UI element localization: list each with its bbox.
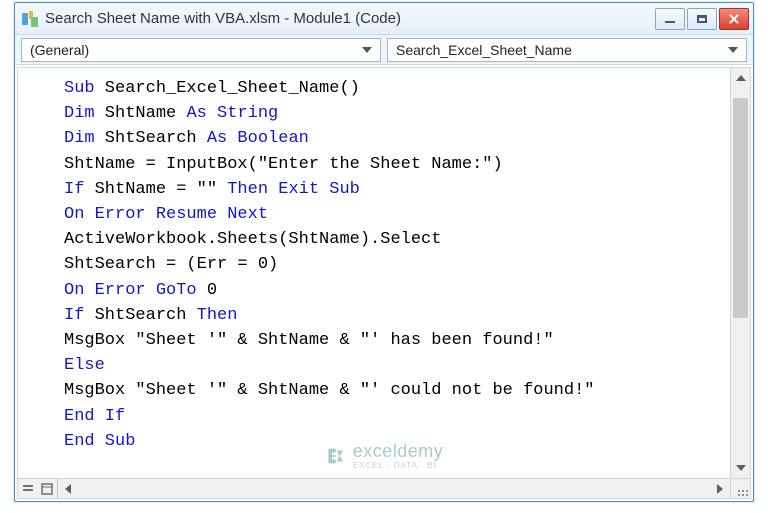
vba-module-icon	[21, 10, 39, 28]
close-button[interactable]	[719, 8, 749, 30]
vscroll-track[interactable]	[731, 88, 750, 458]
window-title: Search Sheet Name with VBA.xlsm - Module…	[45, 10, 655, 27]
chevron-down-icon	[724, 41, 742, 59]
hscroll-track[interactable]	[78, 479, 710, 498]
chevron-down-icon	[358, 41, 376, 59]
code-text: Sub Search_Excel_Sheet_Name() Dim ShtNam…	[64, 76, 726, 454]
code-editor[interactable]: Sub Search_Excel_Sheet_Name() Dim ShtNam…	[18, 68, 730, 478]
scroll-left-arrow-icon[interactable]	[58, 479, 78, 499]
resize-grip-icon[interactable]	[730, 478, 750, 498]
full-module-view-icon[interactable]	[38, 479, 58, 499]
scroll-right-arrow-icon[interactable]	[710, 479, 730, 499]
view-mode-icons	[18, 479, 58, 499]
minimize-button[interactable]	[655, 8, 685, 30]
maximize-button[interactable]	[687, 8, 717, 30]
titlebar[interactable]: Search Sheet Name with VBA.xlsm - Module…	[15, 3, 753, 35]
code-area: Sub Search_Excel_Sheet_Name() Dim ShtNam…	[17, 67, 751, 499]
procedure-dropdown-value: Search_Excel_Sheet_Name	[396, 42, 572, 58]
dropdown-row: (General) Search_Excel_Sheet_Name	[15, 35, 753, 65]
vba-code-window: Search Sheet Name with VBA.xlsm - Module…	[14, 2, 754, 502]
scroll-up-arrow-icon[interactable]	[731, 68, 750, 88]
object-dropdown[interactable]: (General)	[21, 38, 381, 62]
procedure-dropdown[interactable]: Search_Excel_Sheet_Name	[387, 38, 747, 62]
procedure-view-icon[interactable]	[18, 479, 38, 499]
object-dropdown-value: (General)	[30, 42, 89, 58]
window-controls	[655, 8, 749, 30]
scroll-down-arrow-icon[interactable]	[731, 458, 750, 478]
vscroll-thumb[interactable]	[733, 98, 748, 318]
vertical-scrollbar[interactable]	[730, 68, 750, 478]
horizontal-scrollbar[interactable]	[18, 478, 730, 498]
